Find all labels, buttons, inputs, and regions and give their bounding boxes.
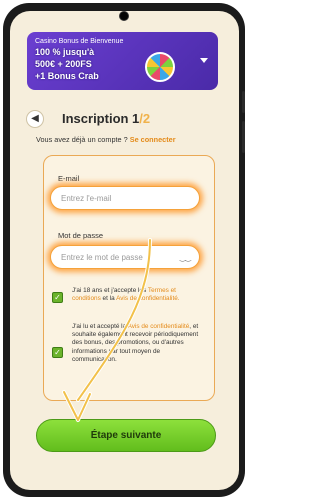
volume-button [242,91,245,113]
marketing-text-1: J'ai lu et accepté la [72,323,127,330]
privacy-link[interactable]: Avis de confidentialité. [116,295,179,302]
marketing-privacy-link[interactable]: Avis de confidentialité [128,323,190,330]
front-camera [119,11,129,21]
banner-offer-line1: 100 % jusqu'à [35,47,95,57]
page-title: Inscription 1/2 [62,111,150,126]
chevron-left-icon: ◀ [31,113,39,124]
power-button [242,121,245,153]
step-total: /2 [139,111,151,126]
email-placeholder: Entrez l'e-mail [61,194,112,203]
login-prompt-text: Vous avez déjà un compte ? [36,135,128,144]
email-field[interactable]: Entrez l'e-mail [50,186,200,210]
login-link[interactable]: Se connecter [130,135,176,144]
banner-offer-line3: +1 Bonus Crab [35,71,99,81]
terms-text-2: et la [100,295,115,303]
terms-checkbox[interactable]: ✓ [52,292,63,303]
welcome-bonus-banner[interactable]: Casino Bonus de Bienvenue 100 % jusqu'à … [27,32,218,90]
banner-offer-line2: 500€ + 200FS [35,59,92,69]
chevron-down-icon[interactable] [200,58,208,63]
password-placeholder: Entrez le mot de passe [61,253,143,262]
marketing-consent-text: J'ai lu et accepté la Avis de confidenti… [72,323,204,364]
page-title-text: Inscription 1 [62,111,140,126]
password-field[interactable]: Entrez le mot de passe ‿‿ [50,245,200,269]
next-step-button[interactable]: Étape suivante [36,419,216,452]
bonus-wheel-image [145,52,175,82]
email-label: E-mail [58,174,80,183]
banner-caption: Casino Bonus de Bienvenue [35,38,124,45]
eye-closed-icon[interactable]: ‿‿ [180,254,191,262]
login-prompt: Vous avez déjà un compte ? Se connecter [36,135,176,144]
back-button[interactable]: ◀ [26,110,44,128]
terms-consent-text: J'ai 18 ans et j'accepte les Termes et c… [72,287,204,303]
next-step-label: Étape suivante [90,430,162,441]
password-label: Mot de passe [58,231,104,240]
marketing-checkbox[interactable]: ✓ [52,347,63,358]
terms-text-1: J'ai 18 ans et j'accepte les [72,287,147,294]
